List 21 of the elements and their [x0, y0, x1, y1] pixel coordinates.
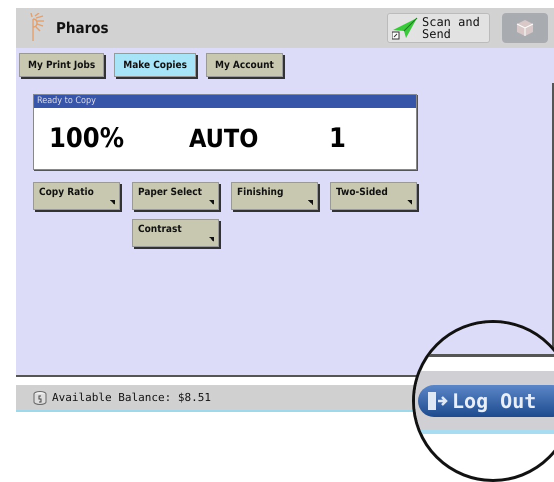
tab[interactable]: Make Copies — [114, 53, 196, 77]
cube-icon — [516, 19, 534, 37]
option-button[interactable]: Two-Sided — [330, 182, 417, 210]
balance-text: Available Balance: $8.51 — [52, 391, 211, 404]
tab[interactable]: My Print Jobs — [19, 53, 104, 77]
log-out-button[interactable]: Log Out — [418, 384, 554, 416]
option-button[interactable]: Contrast — [132, 219, 219, 247]
option-button[interactable]: Copy Ratio — [33, 182, 120, 210]
paper-plane-icon — [392, 16, 418, 40]
coins-icon — [32, 390, 48, 406]
scan-send-button[interactable]: Scan and Send — [387, 13, 490, 43]
app-title: Pharos — [56, 19, 109, 37]
copy-ratio-value: 100% — [49, 123, 126, 154]
door-exit-icon — [426, 390, 448, 412]
cube-button[interactable] — [502, 13, 548, 43]
option-button[interactable]: Finishing — [231, 182, 318, 210]
status-title: Ready to Copy — [34, 95, 416, 108]
paper-value: AUTO — [189, 124, 260, 153]
option-button[interactable]: Paper Select — [132, 182, 219, 210]
copies-value: 1 — [329, 123, 346, 154]
tab[interactable]: My Account — [206, 53, 283, 77]
